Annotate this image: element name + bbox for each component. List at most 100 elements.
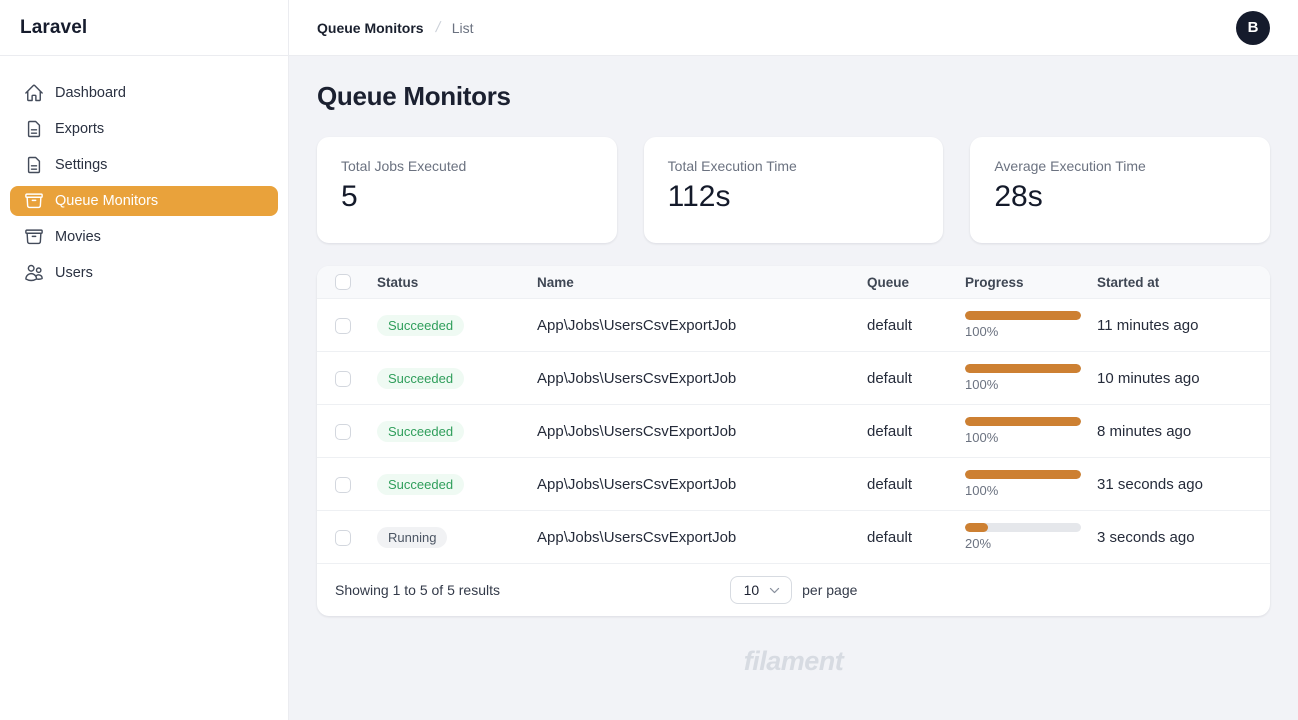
progress-bar: [965, 523, 1081, 532]
sidebar-item-label: Queue Monitors: [55, 193, 158, 209]
queue-monitors-table: Status Name Queue Progress Started at Su…: [317, 266, 1270, 616]
row-checkbox[interactable]: [335, 371, 351, 387]
sidebar-item-settings[interactable]: Settings: [10, 150, 278, 180]
column-header-started-at[interactable]: Started at: [1085, 266, 1270, 299]
progress-cell: 100%: [965, 311, 1081, 339]
progress-bar-fill: [965, 523, 988, 532]
job-name: App\Jobs\UsersCsvExportJob: [525, 458, 855, 511]
per-page-group: 10 per page: [730, 576, 858, 604]
per-page-label: per page: [802, 582, 857, 598]
status-badge: Running: [377, 527, 447, 548]
chevron-down-icon: [768, 584, 781, 597]
stat-label: Total Jobs Executed: [341, 158, 593, 174]
breadcrumb: Queue Monitors / List: [317, 19, 474, 36]
filament-watermark: filament: [317, 646, 1270, 677]
topbar: Queue Monitors / List B: [289, 0, 1298, 56]
progress-bar-fill: [965, 311, 1081, 320]
brand-logo[interactable]: Laravel: [0, 0, 288, 56]
job-name: App\Jobs\UsersCsvExportJob: [525, 511, 855, 564]
progress-cell: 100%: [965, 417, 1081, 445]
home-icon: [24, 83, 44, 103]
table-row[interactable]: Succeeded App\Jobs\UsersCsvExportJob def…: [317, 405, 1270, 458]
row-checkbox[interactable]: [335, 424, 351, 440]
sidebar: Laravel Dashboard Exports Settings: [0, 0, 289, 720]
status-badge: Succeeded: [377, 315, 464, 336]
sidebar-item-label: Dashboard: [55, 85, 126, 101]
stat-label: Total Execution Time: [668, 158, 920, 174]
stat-card-total-jobs: Total Jobs Executed 5: [317, 137, 617, 243]
stat-label: Average Execution Time: [994, 158, 1246, 174]
status-badge: Succeeded: [377, 368, 464, 389]
main-area: Queue Monitors / List B Queue Monitors T…: [289, 0, 1298, 720]
started-at: 10 minutes ago: [1085, 352, 1270, 405]
column-header-queue[interactable]: Queue: [855, 266, 953, 299]
table-header-row: Status Name Queue Progress Started at: [317, 266, 1270, 299]
queue-name: default: [855, 299, 953, 352]
sidebar-item-label: Users: [55, 265, 93, 281]
per-page-value: 10: [744, 582, 760, 598]
status-badge: Succeeded: [377, 474, 464, 495]
queue-name: default: [855, 352, 953, 405]
document-icon: [24, 119, 44, 139]
status-badge: Succeeded: [377, 421, 464, 442]
sidebar-item-movies[interactable]: Movies: [10, 222, 278, 252]
progress-bar: [965, 417, 1081, 426]
app-window: Laravel Dashboard Exports Settings: [0, 0, 1298, 720]
column-header-status[interactable]: Status: [365, 266, 525, 299]
stats-overview: Total Jobs Executed 5 Total Execution Ti…: [317, 137, 1270, 243]
sidebar-item-queue-monitors[interactable]: Queue Monitors: [10, 186, 278, 216]
row-checkbox[interactable]: [335, 477, 351, 493]
stat-card-average-execution-time: Average Execution Time 28s: [970, 137, 1270, 243]
progress-label: 100%: [965, 483, 1081, 498]
column-header-name[interactable]: Name: [525, 266, 855, 299]
table-row[interactable]: Succeeded App\Jobs\UsersCsvExportJob def…: [317, 458, 1270, 511]
sidebar-item-label: Movies: [55, 229, 101, 245]
table-row[interactable]: Running App\Jobs\UsersCsvExportJob defau…: [317, 511, 1270, 564]
sidebar-item-label: Exports: [55, 121, 104, 137]
table-row[interactable]: Succeeded App\Jobs\UsersCsvExportJob def…: [317, 352, 1270, 405]
archive-box-icon: [24, 191, 44, 211]
progress-bar-fill: [965, 470, 1081, 479]
stat-value: 112s: [668, 180, 920, 214]
progress-label: 100%: [965, 377, 1081, 392]
sidebar-nav: Dashboard Exports Settings Queue Monitor…: [0, 56, 288, 316]
started-at: 8 minutes ago: [1085, 405, 1270, 458]
progress-label: 100%: [965, 430, 1081, 445]
started-at: 3 seconds ago: [1085, 511, 1270, 564]
breadcrumb-root[interactable]: Queue Monitors: [317, 20, 424, 36]
document-icon: [24, 155, 44, 175]
progress-bar: [965, 364, 1081, 373]
results-summary: Showing 1 to 5 of 5 results: [335, 582, 730, 598]
started-at: 31 seconds ago: [1085, 458, 1270, 511]
row-checkbox[interactable]: [335, 318, 351, 334]
started-at: 11 minutes ago: [1085, 299, 1270, 352]
queue-name: default: [855, 511, 953, 564]
stat-value: 5: [341, 180, 593, 214]
page-content: Queue Monitors Total Jobs Executed 5 Tot…: [289, 56, 1298, 720]
progress-cell: 20%: [965, 523, 1081, 551]
breadcrumb-separator: /: [434, 19, 442, 36]
job-name: App\Jobs\UsersCsvExportJob: [525, 299, 855, 352]
queue-name: default: [855, 405, 953, 458]
progress-bar-fill: [965, 364, 1081, 373]
progress-cell: 100%: [965, 364, 1081, 392]
job-name: App\Jobs\UsersCsvExportJob: [525, 405, 855, 458]
users-icon: [24, 263, 44, 283]
progress-bar: [965, 311, 1081, 320]
progress-bar-fill: [965, 417, 1081, 426]
row-checkbox[interactable]: [335, 530, 351, 546]
sidebar-item-dashboard[interactable]: Dashboard: [10, 78, 278, 108]
sidebar-item-exports[interactable]: Exports: [10, 114, 278, 144]
job-name: App\Jobs\UsersCsvExportJob: [525, 352, 855, 405]
progress-label: 100%: [965, 324, 1081, 339]
user-avatar[interactable]: B: [1236, 11, 1270, 45]
select-all-checkbox[interactable]: [335, 274, 351, 290]
breadcrumb-leaf: List: [452, 20, 474, 36]
table-row[interactable]: Succeeded App\Jobs\UsersCsvExportJob def…: [317, 299, 1270, 352]
page-title: Queue Monitors: [317, 81, 1270, 112]
column-header-progress: Progress: [953, 266, 1085, 299]
queue-name: default: [855, 458, 953, 511]
sidebar-item-users[interactable]: Users: [10, 258, 278, 288]
archive-box-icon: [24, 227, 44, 247]
per-page-select[interactable]: 10: [730, 576, 793, 604]
